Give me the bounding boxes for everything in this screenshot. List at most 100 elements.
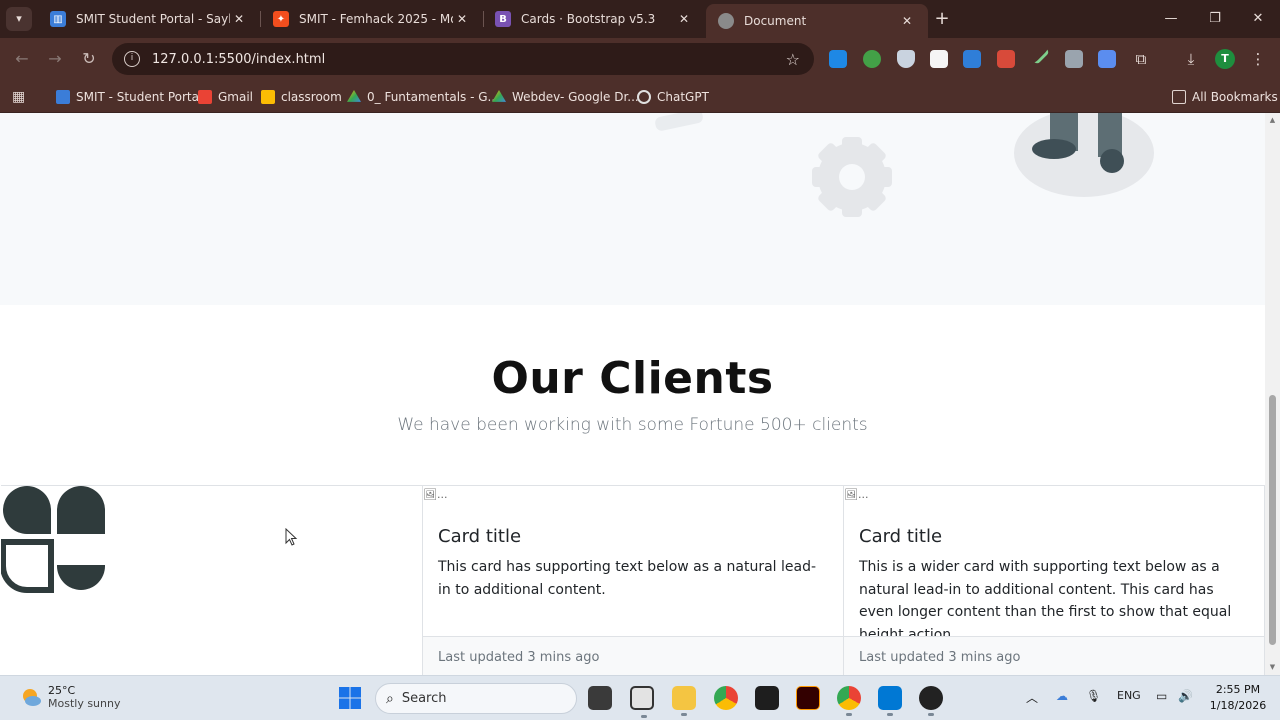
drive-icon (492, 90, 506, 102)
tab-document[interactable]: Document ✕ (706, 4, 928, 38)
taskbar-search[interactable]: ⌕ Search (375, 683, 577, 714)
system-clock[interactable]: 2:55 PM 1/18/2026 (1206, 682, 1270, 714)
url-text[interactable]: 127.0.0.1:5500/index.html (152, 52, 786, 67)
notes-icon[interactable] (930, 50, 948, 68)
bookmark-label: classroom (281, 90, 342, 104)
bookmark-gmail[interactable]: Gmail (198, 86, 253, 108)
classroom-icon (261, 90, 275, 104)
mouse-cursor-icon (285, 528, 298, 546)
globe-icon (718, 13, 734, 29)
extension-icon[interactable] (997, 50, 1015, 68)
menu-kebab-icon[interactable]: ⋮ (1246, 47, 1270, 71)
bookmark-smit-portal[interactable]: SMIT - Student Portal (56, 86, 202, 108)
network-icon[interactable]: ▭ (1156, 689, 1167, 703)
weather-temp: 25°C (48, 684, 76, 697)
card-title: Card title (438, 526, 522, 547)
reload-button[interactable]: ↻ (77, 47, 101, 71)
apps-grid-icon[interactable]: ▦ (12, 86, 25, 108)
close-icon[interactable]: ✕ (230, 12, 248, 26)
extensions-puzzle-icon[interactable]: ⧉ (1129, 47, 1153, 71)
page-scrollbar[interactable]: ▲ ▼ (1265, 113, 1280, 675)
illustrator-icon[interactable] (796, 686, 820, 710)
scroll-up-icon[interactable]: ▲ (1268, 116, 1277, 124)
close-icon[interactable]: ✕ (898, 14, 916, 28)
vscode-icon[interactable] (878, 686, 902, 716)
gmail-icon (198, 90, 212, 104)
close-icon[interactable]: ✕ (675, 12, 693, 26)
close-icon[interactable]: ✕ (453, 12, 471, 26)
close-window-button[interactable]: ✕ (1236, 0, 1280, 38)
file-explorer-icon[interactable] (672, 686, 696, 716)
bookmark-fundamentals[interactable]: 0_ Funtamentals - G... (347, 86, 499, 108)
tab-title: SMIT Student Portal - Saylani W (76, 12, 230, 26)
minimize-button[interactable]: — (1149, 0, 1193, 38)
bookmark-chatgpt[interactable]: ChatGPT (637, 86, 709, 108)
section-heading: Our Clients (491, 353, 774, 404)
figma-icon: ✦ (273, 11, 289, 27)
drive-icon (347, 90, 361, 102)
tab-title: Cards · Bootstrap v5.3 (521, 12, 656, 26)
bookmark-label: ChatGPT (657, 90, 709, 104)
section-subtitle: We have been working with some Fortune 5… (397, 415, 868, 435)
card-text: This is a wider card with supporting tex… (859, 559, 1232, 643)
chrome-profile-icon[interactable] (837, 686, 861, 716)
clock-time: 2:55 PM (1215, 683, 1261, 696)
bookmark-webdev[interactable]: Webdev- Google Dr... (492, 86, 639, 108)
bookmarks-bar: ▦ SMIT - Student Portal Gmail classroom … (0, 80, 1280, 113)
camera-icon[interactable] (1065, 50, 1083, 68)
copy-icon[interactable] (1098, 50, 1116, 68)
card-text: This card has supporting text below as a… (438, 559, 817, 598)
bookmark-label: SMIT - Student Portal (76, 90, 203, 104)
snipping-tool-icon[interactable] (630, 686, 654, 718)
card-title: Card title (859, 526, 943, 547)
card-footer: Last updated 3 mins ago (423, 636, 843, 675)
bookmark-label: Webdev- Google Dr... (512, 90, 639, 104)
obs-icon[interactable] (919, 686, 943, 716)
scroll-down-icon[interactable]: ▼ (1268, 663, 1277, 671)
scrollbar-thumb[interactable] (1269, 395, 1276, 645)
forward-button[interactable]: → (43, 47, 67, 71)
browser-toolbar: ← → ↻ i 127.0.0.1:5500/index.html ☆ ⧉ ⤓ … (0, 38, 1280, 80)
back-button[interactable]: ← (10, 47, 34, 71)
all-bookmarks-button[interactable]: All Bookmarks (1172, 86, 1278, 108)
windows-taskbar: 25°C Mostly sunny ⌕ Search ︿ ☁ 🎙 ENG ▭ 🔊… (0, 675, 1280, 720)
address-bar[interactable]: i 127.0.0.1:5500/index.html ☆ (112, 43, 814, 75)
card-footer-text: Last updated 3 mins ago (859, 650, 1021, 665)
task-view-icon[interactable] (588, 686, 612, 710)
chrome-icon[interactable] (714, 686, 738, 710)
profile-avatar[interactable]: T (1215, 49, 1235, 69)
tab-bootstrap-cards[interactable]: B Cards · Bootstrap v5.3 ✕ (483, 4, 705, 34)
clock-date: 1/18/2026 (1209, 699, 1267, 712)
tab-search-button[interactable]: ▾ (6, 7, 32, 31)
tray-chevron-icon[interactable]: ︿ (1026, 689, 1038, 706)
card: 🖼... Card title This is a wider card wit… (843, 486, 1265, 675)
tab-smit-portal[interactable]: ▥ SMIT Student Portal - Saylani W ✕ (38, 4, 260, 34)
language-indicator[interactable]: ENG (1117, 689, 1141, 702)
windows-start-icon[interactable] (338, 686, 362, 710)
bookmark-label: 0_ Funtamentals - G... (367, 90, 499, 104)
tab-femhack[interactable]: ✦ SMIT - Femhack 2025 - Module ✕ (261, 4, 483, 34)
card: 🖼... Card title This card has supporting… (422, 486, 843, 675)
search-placeholder: Search (401, 691, 447, 706)
onedrive-icon[interactable]: ☁ (1056, 689, 1068, 703)
bookmark-star-icon[interactable]: ☆ (786, 50, 800, 69)
restore-button[interactable]: ❐ (1193, 0, 1237, 38)
volume-icon[interactable]: 🔊 (1178, 689, 1193, 703)
sun-cloud-icon (23, 689, 41, 706)
gear-icon (812, 137, 892, 217)
bookmark-classroom[interactable]: classroom (261, 86, 342, 108)
new-tab-button[interactable]: + (930, 8, 954, 30)
extension-icon[interactable] (863, 50, 881, 68)
search-icon: ⌕ (386, 690, 394, 707)
download-icon[interactable]: ⤓ (1179, 47, 1203, 71)
broken-image-icon: 🖼... (844, 488, 869, 501)
font-icon[interactable] (963, 50, 981, 68)
weather-widget[interactable]: 25°C Mostly sunny (20, 684, 120, 710)
folder-icon (1172, 90, 1186, 104)
color-picker-icon[interactable] (1030, 45, 1050, 65)
shield-icon[interactable] (897, 50, 915, 68)
site-info-icon[interactable]: i (124, 51, 140, 67)
extension-icon[interactable] (829, 50, 847, 68)
figma-app-icon[interactable] (755, 686, 779, 710)
microphone-icon[interactable]: 🎙 (1086, 689, 1101, 703)
